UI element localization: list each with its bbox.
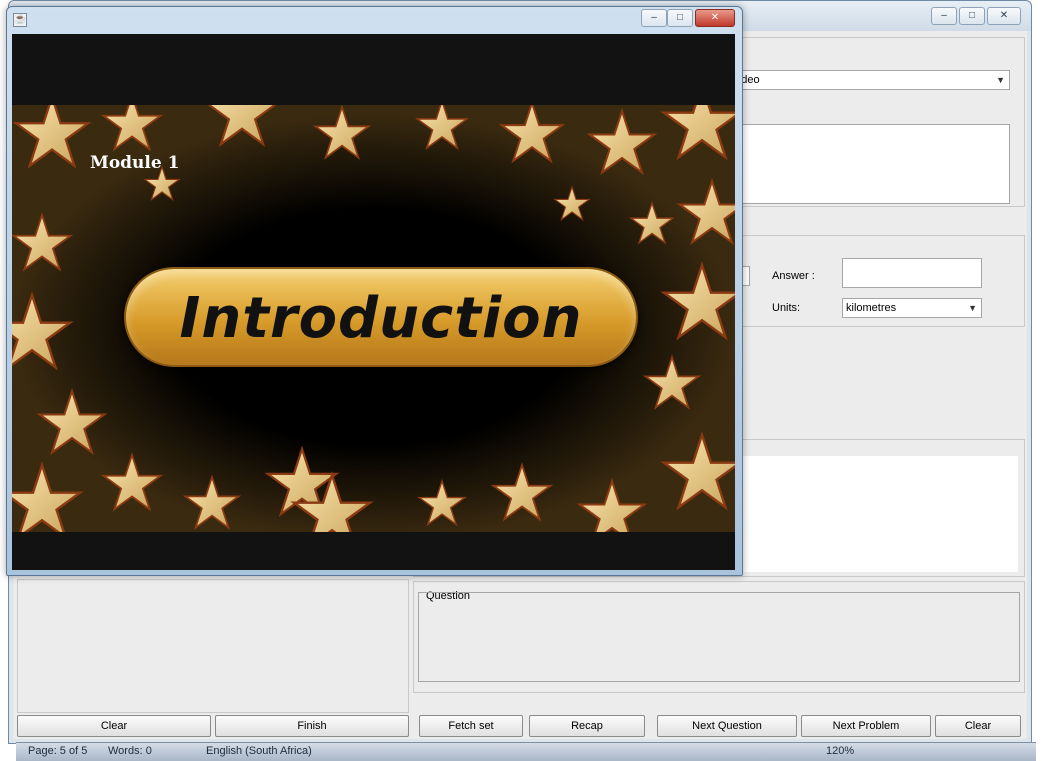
chevron-down-icon: ▼ [996, 75, 1005, 85]
close-button[interactable]: ✕ [987, 7, 1021, 25]
question-panel: Question [413, 581, 1025, 693]
video-select-dropdown[interactable]: ne video ▼ [714, 70, 1010, 90]
video-minimize-button[interactable]: – [641, 9, 667, 27]
maximize-icon: □ [968, 10, 976, 21]
minimize-icon: – [941, 10, 947, 21]
fetch-set-button[interactable]: Fetch set [419, 715, 523, 737]
units-dropdown[interactable]: kilometres ▼ [842, 298, 982, 318]
recap-button[interactable]: Recap [529, 715, 645, 737]
video-titlebar[interactable]: ☕ – □ ✕ [7, 7, 742, 34]
minimize-button[interactable]: – [931, 7, 957, 25]
close-icon: ✕ [710, 12, 720, 23]
module-label: Module 1 [90, 153, 180, 173]
finish-button[interactable]: Finish [215, 715, 409, 737]
next-problem-button[interactable]: Next Problem [801, 715, 931, 737]
word-status-bar: Page: 5 of 5 Words: 0 English (South Afr… [16, 742, 1036, 761]
left-lower-panel [17, 579, 409, 713]
video-area[interactable]: Module 1 Introduction [12, 34, 735, 570]
video-description-box [714, 124, 1010, 204]
next-question-button[interactable]: Next Question [657, 715, 797, 737]
desktop: – □ ✕ t ne video ▼ Answer : Units: [0, 0, 1042, 761]
video-close-button[interactable]: ✕ [695, 9, 735, 27]
language-indicator[interactable]: English (South Africa) [206, 745, 312, 757]
video-player-window: ☕ – □ ✕ Module 1 Introduction [6, 6, 743, 576]
info-box [736, 456, 1018, 572]
clear-button-right[interactable]: Clear [935, 715, 1021, 737]
page-count: Page: 5 of 5 [28, 745, 88, 757]
units-value: kilometres [846, 302, 897, 314]
units-label: Units: [772, 302, 801, 314]
close-icon: ✕ [999, 10, 1009, 21]
minimize-icon: – [651, 12, 657, 23]
maximize-button[interactable]: □ [959, 7, 985, 25]
answer-label: Answer : [772, 270, 815, 282]
question-text-area[interactable] [418, 592, 1020, 682]
video-maximize-button[interactable]: □ [667, 9, 693, 27]
maximize-icon: □ [676, 12, 684, 23]
answer-input[interactable] [842, 258, 982, 288]
word-count: Words: 0 [108, 745, 152, 757]
zoom-level[interactable]: 120% [826, 745, 854, 757]
java-cup-icon: ☕ [13, 13, 27, 27]
chevron-down-icon: ▼ [968, 303, 977, 313]
video-frame: Module 1 Introduction [12, 105, 735, 532]
clear-button-left[interactable]: Clear [17, 715, 211, 737]
introduction-title: Introduction [179, 286, 583, 351]
introduction-banner: Introduction [124, 267, 638, 367]
